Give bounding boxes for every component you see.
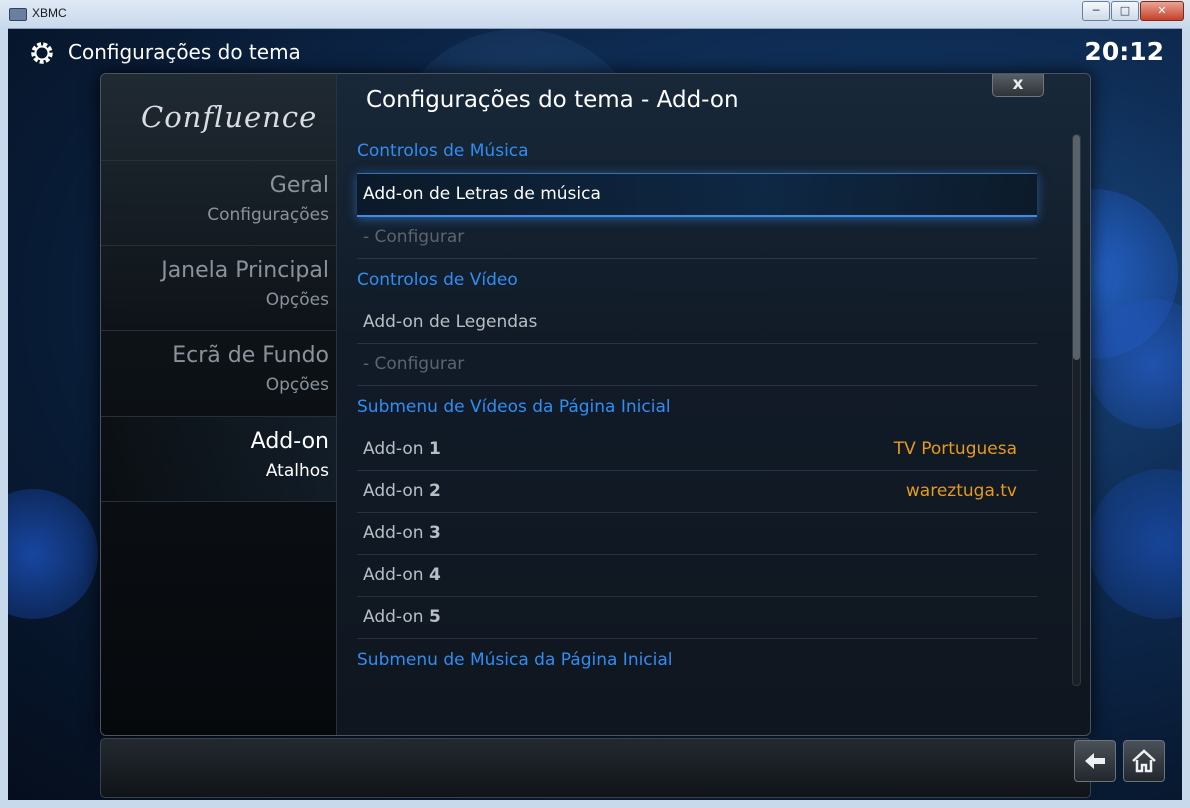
setting-item-label: Add-on 1 <box>363 439 441 459</box>
section-header-label: Controlos de Vídeo <box>357 270 518 290</box>
window-border-bottom <box>0 800 1190 808</box>
setting-item: - Configurar <box>357 217 1037 259</box>
category-label: Janela Principal <box>161 258 329 283</box>
category-add-on[interactable]: Add-on Atalhos <box>101 416 336 502</box>
setting-item[interactable]: Add-on 5 <box>357 597 1037 639</box>
category-label: Geral <box>269 173 329 198</box>
window-controls: ─ □ ✕ <box>1081 1 1184 21</box>
settings-dialog: Confluence Geral Configurações Janela Pr… <box>100 73 1091 736</box>
scrollbar[interactable] <box>1072 134 1081 686</box>
dialog-close-button[interactable]: x <box>992 74 1044 97</box>
section-header: Controlos de Música <box>357 130 1037 173</box>
background-bokeh <box>1088 469 1182 619</box>
setting-item-text: Add-on <box>363 523 424 543</box>
minimize-button[interactable]: ─ <box>1082 1 1110 21</box>
bottom-bar <box>100 738 1091 798</box>
background-bokeh <box>8 489 98 619</box>
setting-item-value: wareztuga.tv <box>905 481 1017 501</box>
section-header: Submenu de Vídeos da Página Inicial <box>357 386 1037 429</box>
page-title: Configurações do tema <box>68 40 301 64</box>
confluence-logo: Confluence <box>141 100 318 134</box>
setting-item-value: TV Portuguesa <box>893 439 1017 459</box>
gear-icon <box>31 42 53 64</box>
setting-item-text: Add-on <box>363 607 424 627</box>
category-sublabel: Opções <box>265 375 329 395</box>
setting-item[interactable]: Add-on 1 TV Portuguesa <box>357 429 1037 471</box>
setting-item-text: - Configurar <box>363 227 465 247</box>
back-icon <box>1085 753 1105 769</box>
setting-item-number: 2 <box>428 481 441 501</box>
setting-item-text: Add-on de Letras de música <box>363 184 601 204</box>
setting-item-label: - Configurar <box>363 227 464 247</box>
home-icon <box>1132 749 1156 773</box>
setting-item[interactable]: Add-on 2 wareztuga.tv <box>357 471 1037 513</box>
setting-item-number: 4 <box>428 565 441 585</box>
section-header-label: Submenu de Vídeos da Página Inicial <box>357 397 671 417</box>
section-header-label: Controlos de Música <box>357 141 529 161</box>
scrollbar-thumb[interactable] <box>1073 135 1080 360</box>
category-sublabel: Configurações <box>207 205 329 225</box>
setting-item-text: Add-on <box>363 439 424 459</box>
setting-item-label: Add-on de Legendas <box>363 312 537 332</box>
setting-item[interactable]: Add-on de Letras de música <box>357 173 1037 217</box>
category-geral[interactable]: Geral Configurações <box>101 160 336 245</box>
setting-item[interactable]: Add-on 3 <box>357 513 1037 555</box>
setting-item-label: Add-on 2 <box>363 481 441 501</box>
setting-item-number: 5 <box>428 607 441 627</box>
settings-sidebar: Confluence Geral Configurações Janela Pr… <box>101 74 337 735</box>
setting-item-text: Add-on <box>363 481 424 501</box>
dialog-title: Configurações do tema - Add-on <box>366 87 739 113</box>
category-sublabel: Opções <box>265 290 329 310</box>
setting-item-text: Add-on <box>363 565 424 585</box>
window-title: XBMC <box>32 6 67 20</box>
window-close-button[interactable]: ✕ <box>1140 1 1184 21</box>
window-border-right <box>1182 28 1190 800</box>
setting-item: - Configurar <box>357 344 1037 386</box>
setting-item[interactable]: Add-on de Legendas <box>357 302 1037 344</box>
setting-item-label: - Configurar <box>363 354 464 374</box>
section-header: Submenu de Música da Página Inicial <box>357 639 1037 682</box>
setting-item-number: 3 <box>428 523 441 543</box>
window-border-left <box>0 28 8 800</box>
category-janela-principal[interactable]: Janela Principal Opções <box>101 245 336 330</box>
clock: 20:12 <box>1084 37 1164 66</box>
setting-item-label: Add-on 5 <box>363 607 441 627</box>
section-header: Controlos de Vídeo <box>357 259 1037 302</box>
xbmc-app-icon <box>9 8 27 21</box>
xbmc-stage: Configurações do tema 20:12 Confluence G… <box>8 29 1182 800</box>
setting-item-number: 1 <box>428 439 441 459</box>
category-ecra-de-fundo[interactable]: Ecrã de Fundo Opções <box>101 330 336 415</box>
home-button[interactable] <box>1123 740 1165 782</box>
settings-list: Controlos de Música Add-on de Letras de m… <box>357 130 1037 682</box>
setting-item[interactable]: Add-on 4 <box>357 555 1037 597</box>
settings-content: Configurações do tema - Add-on x Control… <box>337 74 1090 735</box>
setting-item-text: Add-on de Legendas <box>363 312 538 332</box>
setting-item-text: - Configurar <box>363 354 465 374</box>
window-titlebar: XBMC ─ □ ✕ <box>0 0 1190 29</box>
category-label: Ecrã de Fundo <box>172 343 329 368</box>
category-label: Add-on <box>250 429 329 454</box>
back-button[interactable] <box>1074 740 1116 782</box>
setting-item-label: Add-on de Letras de música <box>363 184 601 204</box>
setting-item-label: Add-on 4 <box>363 565 441 585</box>
category-sublabel: Atalhos <box>265 461 329 481</box>
section-header-label: Submenu de Música da Página Inicial <box>357 650 673 670</box>
setting-item-label: Add-on 3 <box>363 523 441 543</box>
maximize-button[interactable]: □ <box>1111 1 1139 21</box>
